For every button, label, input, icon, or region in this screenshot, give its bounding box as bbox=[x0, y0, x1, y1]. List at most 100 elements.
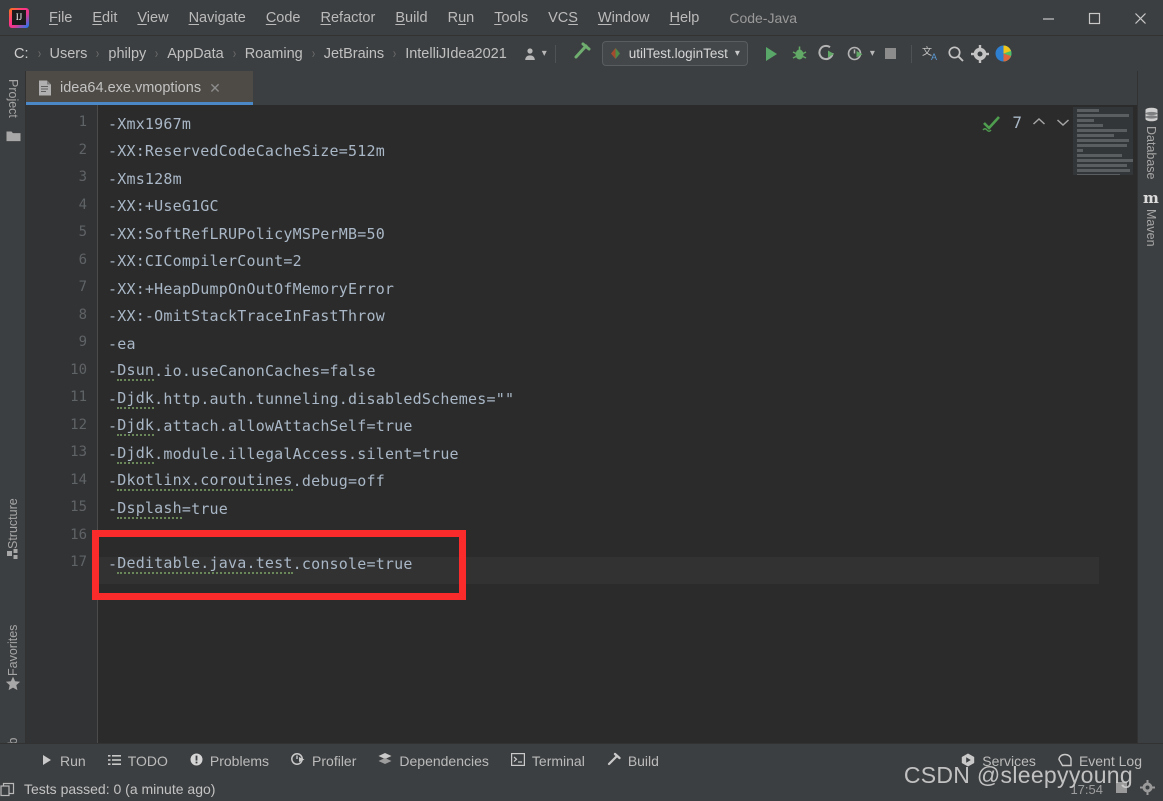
search-icon[interactable] bbox=[944, 42, 968, 66]
code-line[interactable]: - Djdk .module.illegalAccess.silent=true bbox=[99, 440, 459, 468]
menu-item-help[interactable]: Help bbox=[659, 7, 709, 29]
dependencies-icon bbox=[378, 752, 392, 769]
debug-button[interactable] bbox=[788, 42, 812, 66]
menu-item-file[interactable]: File bbox=[39, 7, 82, 29]
breadcrumb-item-jetbrains[interactable]: JetBrains bbox=[322, 45, 386, 63]
chevron-up-icon[interactable] bbox=[1032, 115, 1046, 130]
profiler-dropdown-icon[interactable]: ▾ bbox=[870, 48, 875, 59]
star-icon[interactable] bbox=[5, 676, 21, 697]
maximize-button[interactable] bbox=[1071, 0, 1117, 36]
chevron-down-icon[interactable] bbox=[1056, 115, 1070, 130]
toolbar-divider bbox=[554, 44, 556, 63]
breadcrumb-item-appdata[interactable]: AppData bbox=[165, 45, 225, 63]
profile-button[interactable] bbox=[844, 42, 868, 66]
code-line[interactable]: - Deditable.java.test .console=true bbox=[99, 550, 413, 578]
code-line[interactable] bbox=[99, 523, 108, 551]
breadcrumb-item-roaming[interactable]: Roaming bbox=[243, 45, 305, 63]
menu-item-edit[interactable]: Edit bbox=[82, 7, 127, 29]
menu-item-run[interactable]: Run bbox=[438, 7, 485, 29]
editor-minimap[interactable] bbox=[1073, 107, 1133, 175]
tool-window-problems[interactable]: Problems bbox=[179, 744, 280, 778]
build-hammer-icon[interactable] bbox=[572, 41, 592, 66]
code-line[interactable]: -XX:-OmitStackTraceInFastThrow bbox=[99, 303, 385, 331]
maven-icon[interactable]: m bbox=[1143, 189, 1159, 207]
spellcheck-typo: Dsplash bbox=[117, 498, 182, 519]
line-number: 2 bbox=[78, 141, 87, 158]
editor-code-area[interactable]: -Xmx1967m -XX:ReservedCodeCacheSize=512m -… bbox=[99, 105, 1137, 743]
menu-item-vcs[interactable]: VCS bbox=[538, 7, 588, 29]
structure-icon[interactable] bbox=[7, 549, 20, 567]
code-line[interactable]: - Djdk .attach.allowAttachSelf=true bbox=[99, 413, 413, 441]
status-square-icon[interactable] bbox=[1115, 781, 1128, 797]
code-line[interactable]: -XX:SoftRefLRUPolicyMSPerMB=50 bbox=[99, 220, 385, 248]
menu-item-window[interactable]: Window bbox=[588, 7, 660, 29]
tool-window-profiler[interactable]: Profiler bbox=[280, 744, 367, 778]
ide-help-icon[interactable] bbox=[992, 42, 1016, 66]
breadcrumb-item-philpy[interactable]: philpy bbox=[106, 45, 148, 63]
spellcheck-typo: Djdk bbox=[117, 388, 155, 409]
sidebar-item-maven[interactable]: Maven bbox=[1138, 209, 1163, 289]
database-icon[interactable] bbox=[1144, 107, 1159, 127]
line-number: 9 bbox=[78, 334, 87, 350]
code-line[interactable]: -ea bbox=[99, 330, 136, 358]
inspection-widget[interactable]: 7 bbox=[982, 113, 1070, 132]
menu-item-navigate[interactable]: Navigate bbox=[179, 7, 256, 29]
code-line[interactable]: -XX:+HeapDumpOnOutOfMemoryError bbox=[99, 275, 394, 303]
intellij-idea-window: FileEditViewNavigateCodeRefactorBuildRun… bbox=[0, 0, 1163, 801]
code-editor[interactable]: 1 2 3 4 5 6 7 8 9 10 11 12 13 14 15 16 17 -Xmx1967m -XX:R… bbox=[26, 105, 1137, 743]
run-configuration-selector[interactable]: utilTest.loginTest ▾ bbox=[601, 41, 748, 66]
tool-window-services[interactable]: Services bbox=[950, 744, 1047, 778]
sidebar-item-database[interactable]: Database bbox=[1138, 126, 1163, 222]
project-folder-icon[interactable] bbox=[6, 129, 21, 147]
menu-item-tools[interactable]: Tools bbox=[484, 7, 538, 29]
user-account-dropdown[interactable]: ▾ bbox=[523, 46, 547, 62]
spellcheck-typo: Dsun bbox=[117, 361, 155, 382]
code-line[interactable]: -Xmx1967m bbox=[99, 110, 191, 138]
bottom-bar-right-group: Services Event Log bbox=[950, 744, 1153, 778]
code-line[interactable]: - Dsplash =true bbox=[99, 495, 228, 523]
close-button[interactable] bbox=[1117, 0, 1163, 36]
tool-window-dependencies[interactable]: Dependencies bbox=[367, 744, 500, 778]
code-line[interactable]: -XX:CICompilerCount=2 bbox=[99, 248, 302, 276]
editor-gutter[interactable]: 1 2 3 4 5 6 7 8 9 10 11 12 13 14 15 16 17 bbox=[26, 105, 98, 743]
sidebar-item-structure[interactable]: Structure bbox=[0, 459, 26, 549]
tool-window-terminal[interactable]: Terminal bbox=[500, 744, 596, 778]
tool-window-run[interactable]: Run bbox=[30, 744, 97, 778]
intellij-logo-icon bbox=[9, 7, 29, 28]
code-line[interactable]: - Dsun .io.useCanonCaches=false bbox=[99, 358, 376, 386]
status-bar-right: 17:54 bbox=[1070, 777, 1155, 801]
settings-gear-icon[interactable] bbox=[968, 42, 992, 66]
build-hammer-icon bbox=[607, 752, 621, 769]
menu-item-view[interactable]: View bbox=[127, 7, 178, 29]
run-button[interactable] bbox=[760, 42, 784, 66]
code-line[interactable]: -XX:+UseG1GC bbox=[99, 193, 219, 221]
chevron-down-icon: ▾ bbox=[734, 48, 740, 59]
code-line[interactable]: - Djdk .http.auth.tunneling.disabledScheme… bbox=[99, 385, 514, 413]
translate-icon[interactable]: 文A bbox=[920, 42, 944, 66]
run-with-coverage-button[interactable] bbox=[816, 42, 840, 66]
breadcrumb-item-users[interactable]: Users bbox=[48, 45, 90, 63]
menu-item-refactor[interactable]: Refactor bbox=[311, 7, 386, 29]
menu-item-build[interactable]: Build bbox=[385, 7, 437, 29]
tool-window-terminal-label: Terminal bbox=[531, 752, 585, 769]
sidebar-item-favorites[interactable]: Favorites bbox=[0, 581, 26, 676]
code-line[interactable]: - Dkotlinx.coroutines .debug=off bbox=[99, 468, 385, 496]
status-message: Tests passed: 0 (a minute ago) bbox=[24, 781, 216, 797]
menu-item-code[interactable]: Code bbox=[256, 7, 311, 29]
run-config-icon bbox=[610, 48, 620, 59]
tool-window-todo[interactable]: TODO bbox=[97, 744, 179, 778]
code-line[interactable]: -XX:ReservedCodeCacheSize=512m bbox=[99, 138, 385, 166]
breadcrumb-item-c[interactable]: C: bbox=[12, 45, 31, 63]
breadcrumb-separator: › bbox=[37, 45, 41, 62]
breadcrumb-separator: › bbox=[311, 45, 315, 62]
stop-button[interactable] bbox=[879, 42, 903, 66]
minimize-button[interactable] bbox=[1025, 0, 1071, 36]
close-icon[interactable]: ✕ bbox=[209, 81, 221, 95]
tool-window-event-log[interactable]: Event Log bbox=[1047, 744, 1153, 778]
tool-window-build[interactable]: Build bbox=[596, 744, 670, 778]
breadcrumb-item-intellijidea2021[interactable]: IntelliJIdea2021 bbox=[403, 45, 509, 63]
breadcrumb: C: › Users › philpy › AppData › Roaming › JetBrain… bbox=[12, 45, 509, 63]
code-line[interactable]: -Xms128m bbox=[99, 165, 182, 193]
status-settings-icon[interactable] bbox=[1140, 780, 1155, 798]
editor-tab-vmoptions[interactable]: idea64.exe.vmoptions ✕ bbox=[26, 71, 253, 105]
